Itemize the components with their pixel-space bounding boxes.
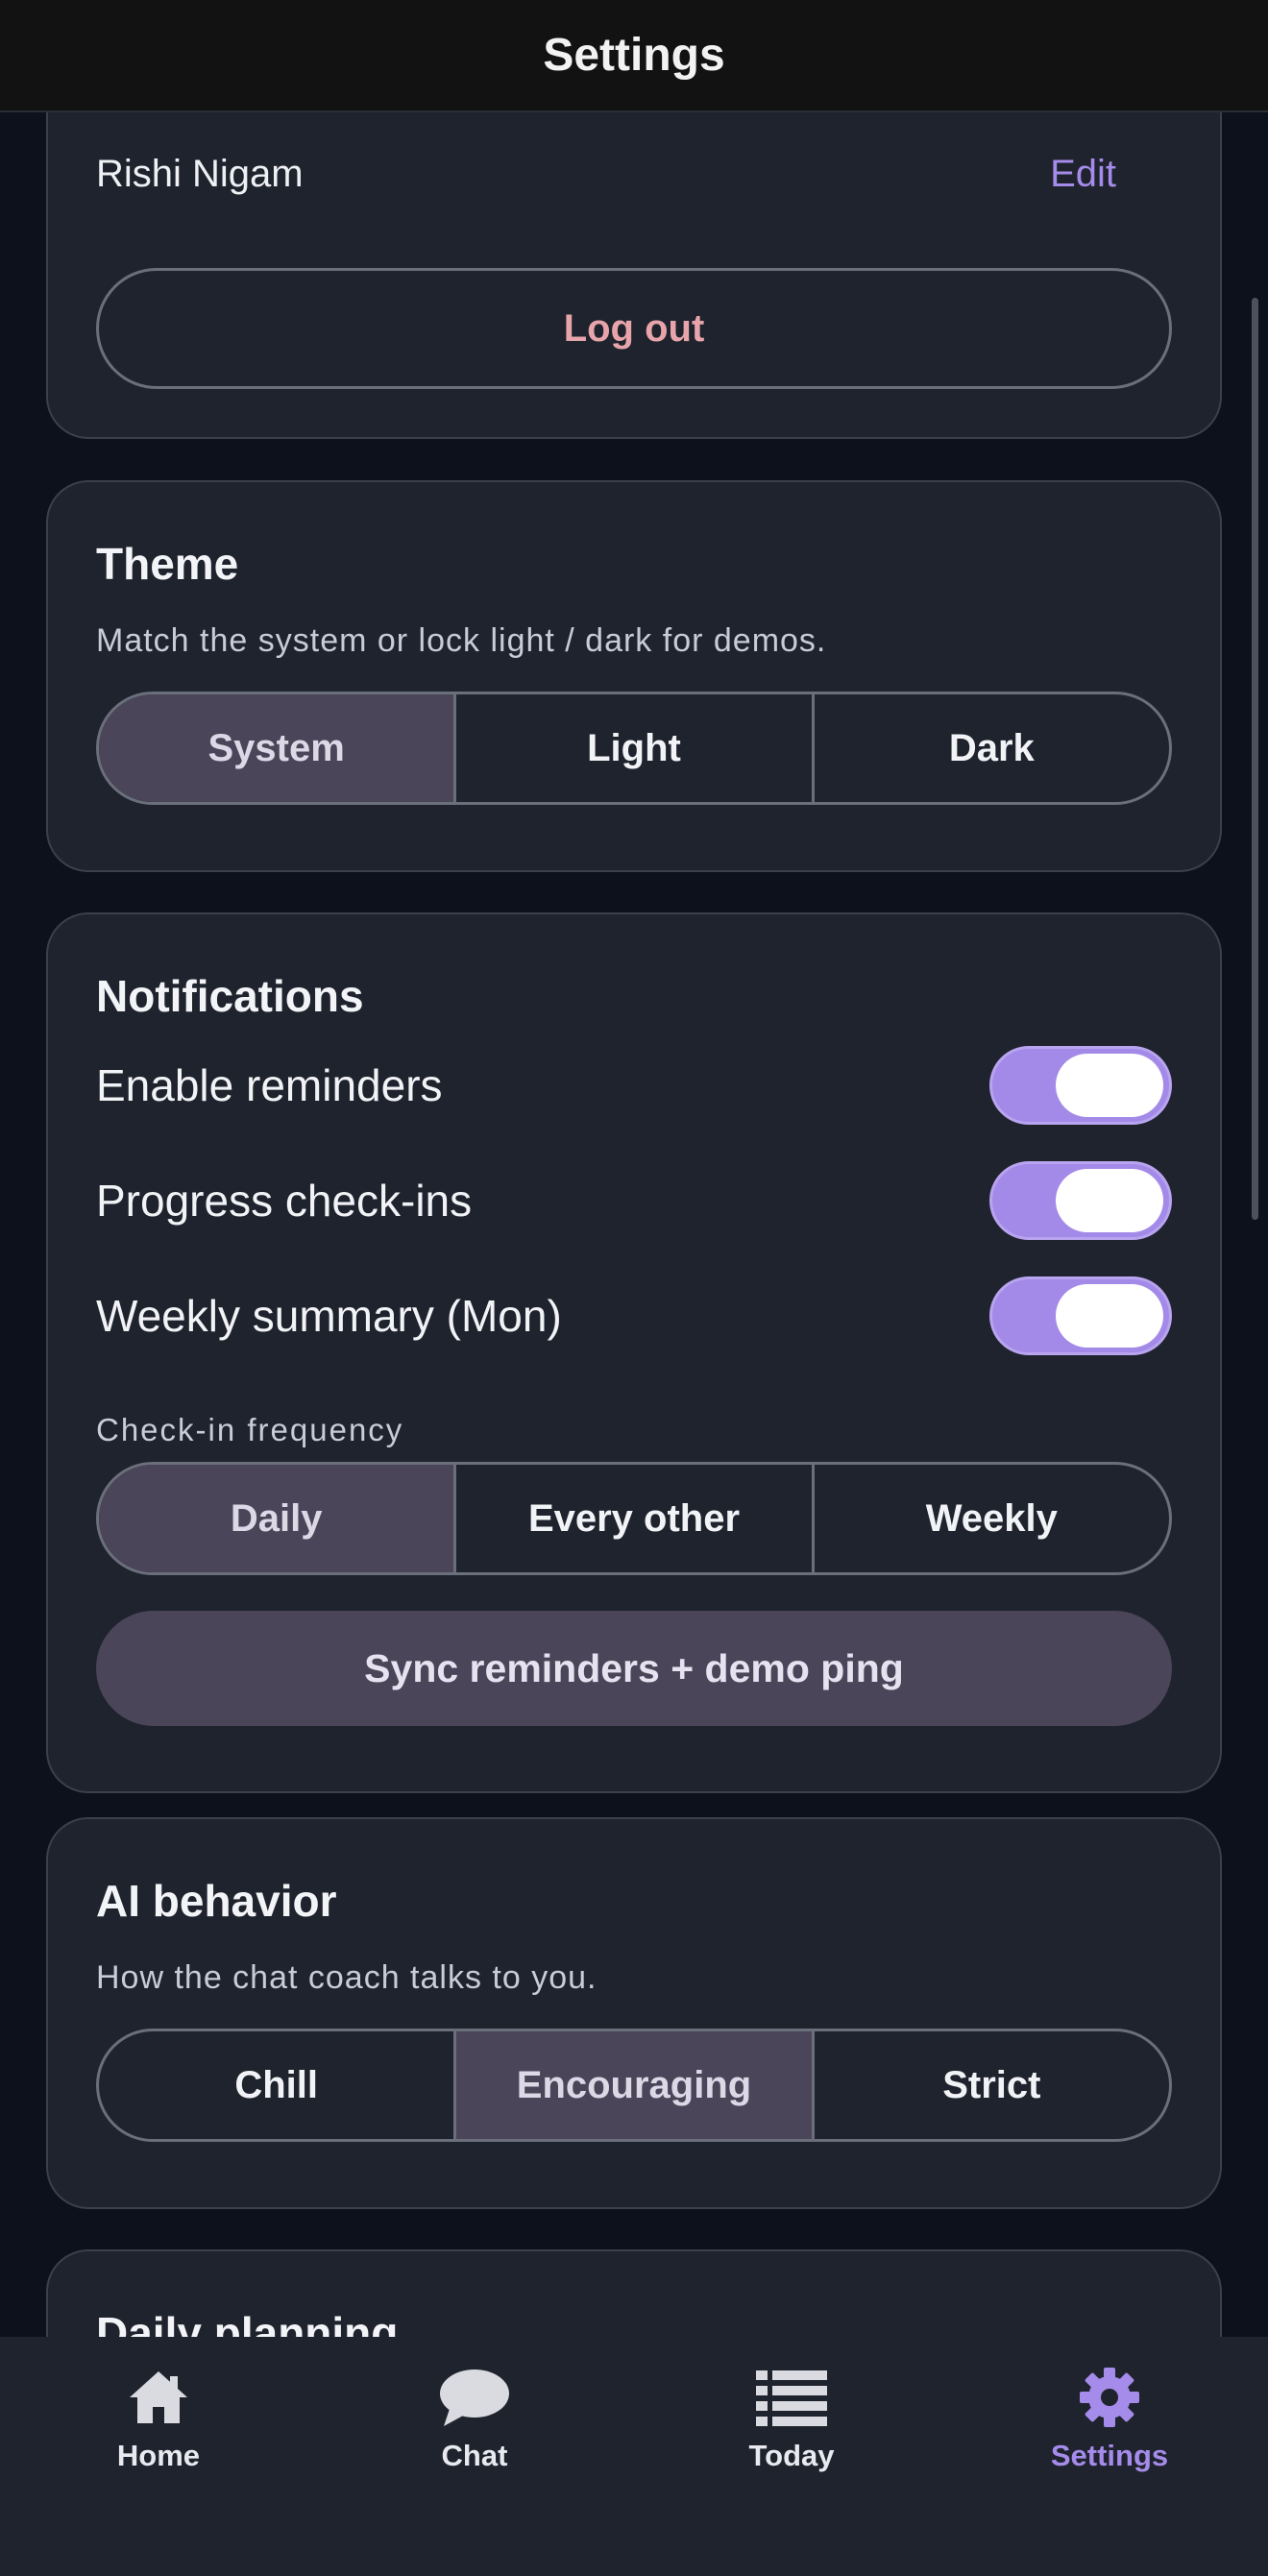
tab-today[interactable]: Today bbox=[686, 2364, 897, 2473]
toggle-knob bbox=[1056, 1169, 1163, 1232]
ai-behavior-subtitle: How the chat coach talks to you. bbox=[96, 1959, 597, 1996]
daily-planning-title: Daily planning bbox=[96, 2308, 399, 2337]
home-icon bbox=[120, 2364, 197, 2431]
logout-button[interactable]: Log out bbox=[96, 268, 1172, 389]
toggle-knob bbox=[1056, 1284, 1163, 1348]
tab-settings[interactable]: Settings bbox=[1004, 2364, 1215, 2473]
frequency-option-weekly[interactable]: Weekly bbox=[815, 1465, 1169, 1572]
toggle-row-progress: Progress check-ins bbox=[96, 1161, 1172, 1240]
account-card: Rishi Nigam Edit Log out bbox=[46, 112, 1222, 439]
ai-behavior-card: AI behavior How the chat coach talks to … bbox=[46, 1817, 1222, 2209]
tab-label: Today bbox=[748, 2439, 835, 2472]
toggle-label: Progress check-ins bbox=[96, 1176, 473, 1226]
ai-behavior-title: AI behavior bbox=[96, 1876, 337, 1926]
theme-option-dark[interactable]: Dark bbox=[815, 694, 1169, 802]
theme-segmented-control: System Light Dark bbox=[96, 692, 1172, 805]
theme-card: Theme Match the system or lock light / d… bbox=[46, 480, 1222, 872]
frequency-option-daily[interactable]: Daily bbox=[99, 1465, 457, 1572]
settings-scroll-area[interactable]: Rishi Nigam Edit Log out Theme Match the… bbox=[0, 112, 1268, 2337]
bottom-tab-bar: Home Chat Today Settings bbox=[0, 2337, 1268, 2576]
daily-planning-card: Daily planning bbox=[46, 2249, 1222, 2337]
theme-subtitle: Match the system or lock light / dark fo… bbox=[96, 622, 827, 659]
gear-icon bbox=[1071, 2364, 1148, 2431]
notifications-title: Notifications bbox=[96, 971, 364, 1021]
ai-option-encouraging[interactable]: Encouraging bbox=[456, 2031, 815, 2139]
ai-tone-segmented-control: Chill Encouraging Strict bbox=[96, 2029, 1172, 2142]
toggle-row-weekly: Weekly summary (Mon) bbox=[96, 1276, 1172, 1355]
tab-label: Chat bbox=[441, 2439, 508, 2472]
ai-option-strict[interactable]: Strict bbox=[815, 2031, 1169, 2139]
toggle-label: Enable reminders bbox=[96, 1060, 443, 1110]
edit-name-button[interactable]: Edit bbox=[1050, 153, 1116, 196]
notifications-card: Notifications Enable reminders Progress … bbox=[46, 912, 1222, 1793]
theme-title: Theme bbox=[96, 539, 239, 589]
ai-option-chill[interactable]: Chill bbox=[99, 2031, 457, 2139]
top-bar: Settings bbox=[0, 0, 1268, 112]
sync-reminders-button[interactable]: Sync reminders + demo ping bbox=[96, 1611, 1172, 1726]
toggle-label: Weekly summary (Mon) bbox=[96, 1291, 562, 1341]
toggle-knob bbox=[1056, 1054, 1163, 1117]
tab-chat[interactable]: Chat bbox=[369, 2364, 580, 2473]
theme-option-system[interactable]: System bbox=[99, 694, 457, 802]
scrollbar[interactable] bbox=[1252, 298, 1258, 1220]
toggle-row-reminders: Enable reminders bbox=[96, 1046, 1172, 1125]
progress-checkins-toggle[interactable] bbox=[989, 1161, 1172, 1240]
tab-label: Settings bbox=[1050, 2439, 1169, 2472]
tab-home[interactable]: Home bbox=[53, 2364, 264, 2473]
list-icon bbox=[753, 2364, 830, 2431]
frequency-option-every-other[interactable]: Every other bbox=[456, 1465, 815, 1572]
theme-option-light[interactable]: Light bbox=[456, 694, 815, 802]
enable-reminders-toggle[interactable] bbox=[989, 1046, 1172, 1125]
chat-bubble-icon bbox=[436, 2364, 513, 2431]
account-name: Rishi Nigam bbox=[96, 153, 304, 195]
checkin-frequency-label: Check-in frequency bbox=[96, 1412, 404, 1447]
weekly-summary-toggle[interactable] bbox=[989, 1276, 1172, 1355]
frequency-segmented-control: Daily Every other Weekly bbox=[96, 1462, 1172, 1575]
tab-label: Home bbox=[116, 2439, 201, 2472]
page-title: Settings bbox=[543, 30, 725, 81]
